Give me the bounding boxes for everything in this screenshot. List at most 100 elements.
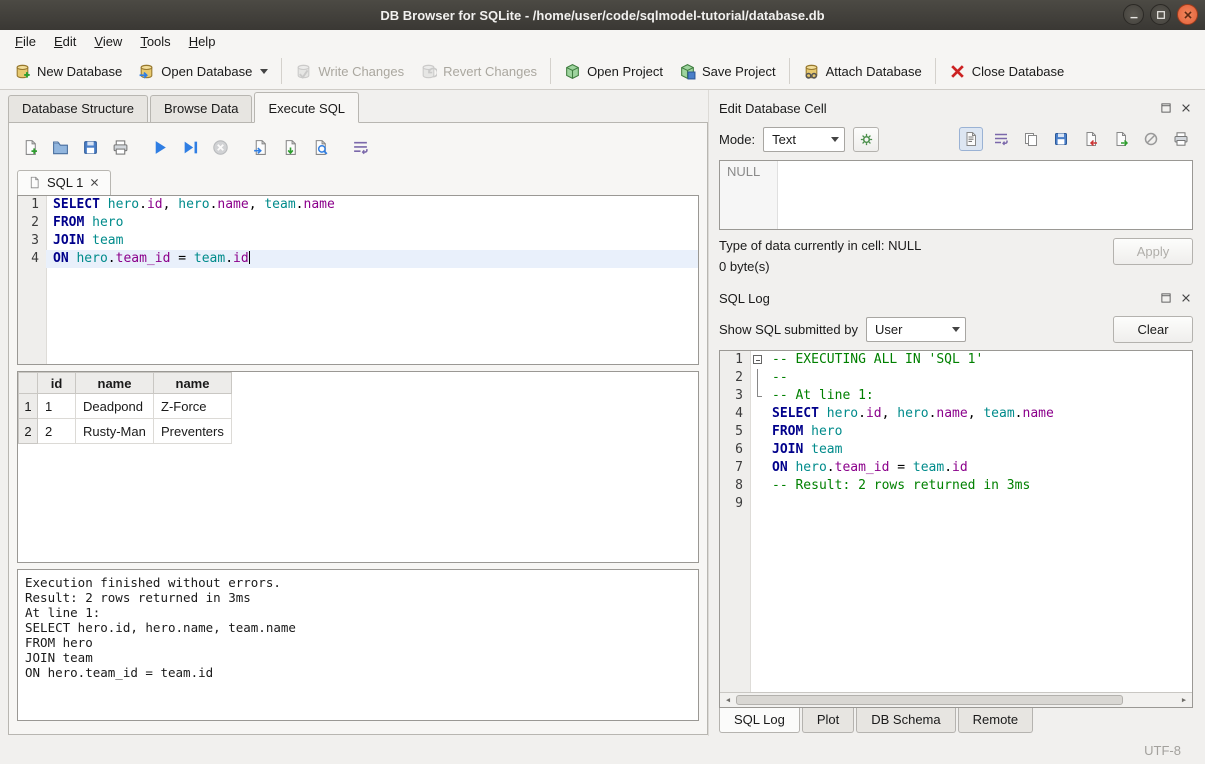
save-project-button[interactable]: Save Project (671, 58, 784, 85)
copy-icon (1023, 131, 1039, 147)
text-caret (249, 251, 251, 264)
scroll-left-icon[interactable]: ◀ (720, 693, 736, 708)
maximize-button[interactable] (1150, 4, 1171, 25)
line-number: 8 (720, 477, 750, 495)
line-number: 3 (720, 387, 750, 405)
text-mode-button[interactable] (959, 127, 983, 151)
scrollbar-thumb[interactable] (736, 695, 1123, 705)
export-button[interactable] (1109, 127, 1133, 151)
write-changes-button[interactable]: Write Changes (287, 58, 412, 85)
table-cell[interactable]: Preventers (154, 419, 232, 444)
export-results-button[interactable] (247, 134, 273, 160)
print-button[interactable] (1169, 127, 1193, 151)
column-header-name[interactable]: name (154, 373, 232, 394)
find-replace-button[interactable] (307, 134, 333, 160)
menu-edit[interactable]: Edit (45, 32, 85, 52)
table-cell[interactable]: Deadpond (76, 394, 154, 419)
log-filter-select[interactable]: User (866, 317, 966, 342)
float-dock-icon[interactable] (1158, 101, 1173, 116)
scroll-right-icon[interactable]: ▶ (1176, 693, 1192, 708)
open-project-button[interactable]: Open Project (556, 58, 671, 85)
save-results-button[interactable] (277, 134, 303, 160)
maximize-icon (1154, 8, 1168, 22)
dock-tab-remote[interactable]: Remote (958, 708, 1034, 733)
word-wrap-button[interactable] (989, 127, 1013, 151)
tab-execute-sql[interactable]: Execute SQL (254, 92, 359, 123)
row-header[interactable]: 2 (19, 419, 38, 444)
menu-file[interactable]: File (6, 32, 45, 52)
close-dock-icon[interactable] (1178, 101, 1193, 116)
cell-value-editor[interactable]: NULL (719, 160, 1193, 230)
print-button[interactable] (107, 134, 133, 160)
table-cell[interactable]: 2 (38, 419, 76, 444)
close-database-button[interactable]: Close Database (941, 58, 1073, 85)
clear-button[interactable]: Clear (1113, 316, 1193, 343)
cell-size-text: 0 byte(s) (719, 259, 921, 274)
main-area: Database StructureBrowse DataExecute SQL… (0, 90, 1205, 736)
attach-database-button[interactable]: Attach Database (795, 58, 930, 85)
menu-view[interactable]: View (85, 32, 131, 52)
column-header-id[interactable]: id (38, 373, 76, 394)
close-button[interactable] (1177, 4, 1198, 25)
new-tab-button[interactable] (17, 134, 43, 160)
menu-help[interactable]: Help (180, 32, 225, 52)
auto-format-button[interactable] (853, 127, 879, 152)
word-wrap-button[interactable] (347, 134, 373, 160)
sql-editor-tab[interactable]: SQL 1 (17, 170, 111, 195)
horizontal-scrollbar[interactable]: ◀ ▶ (720, 692, 1192, 707)
dock-tab-sql-log[interactable]: SQL Log (719, 708, 800, 733)
copy-button[interactable] (1019, 127, 1043, 151)
save-sql-file-button[interactable] (77, 134, 103, 160)
line-number: 9 (720, 495, 750, 513)
open-sql-file-button[interactable] (47, 134, 73, 160)
row-header[interactable]: 1 (19, 394, 38, 419)
chevron-down-icon[interactable] (260, 69, 268, 74)
apply-button[interactable]: Apply (1113, 238, 1193, 265)
table-cell[interactable]: 1 (38, 394, 76, 419)
log-filter-row: Show SQL submitted by User Clear (719, 314, 1193, 344)
stop-icon (212, 139, 229, 156)
execute-all-button[interactable] (147, 134, 173, 160)
word-wrap-icon (993, 131, 1009, 147)
set-null-button[interactable] (1139, 127, 1163, 151)
mode-select[interactable]: Text (763, 127, 845, 152)
table-cell[interactable]: Rusty-Man (76, 419, 154, 444)
revert-changes-button[interactable]: Revert Changes (412, 58, 545, 85)
execute-sql-tab-content: SQL 1 1SELECT hero.id, hero.name, team.n… (8, 122, 708, 735)
grid-corner[interactable] (19, 373, 38, 394)
dock-tab-db-schema[interactable]: DB Schema (856, 708, 955, 733)
open-database-button[interactable]: Open Database (130, 58, 276, 85)
new-database-button[interactable]: New Database (6, 58, 130, 85)
column-header-name[interactable]: name (76, 373, 154, 394)
title-bar[interactable]: DB Browser for SQLite - /home/user/code/… (0, 0, 1205, 30)
float-dock-icon[interactable] (1158, 291, 1173, 306)
close-tab-icon[interactable] (89, 177, 100, 188)
toolbar-separator (550, 58, 551, 84)
sql-tab-label: SQL 1 (47, 175, 83, 190)
minimize-button[interactable] (1123, 4, 1144, 25)
line-number: 5 (720, 423, 750, 441)
table-cell[interactable]: Z-Force (154, 394, 232, 419)
sql-log-title-label: SQL Log (719, 291, 770, 306)
stop-button[interactable] (207, 134, 233, 160)
cell-type-text: Type of data currently in cell: NULL (719, 238, 921, 253)
menu-tools[interactable]: Tools (131, 32, 179, 52)
import-button[interactable] (1079, 127, 1103, 151)
dock-tab-plot[interactable]: Plot (802, 708, 854, 733)
scrollbar-track[interactable] (736, 693, 1176, 707)
execute-all-icon (152, 139, 169, 156)
status-bar: UTF-8 (0, 736, 1205, 764)
sql-editor[interactable]: 1SELECT hero.id, hero.name, team.name2FR… (17, 195, 699, 365)
save-button[interactable] (1049, 127, 1073, 151)
tab-database-structure[interactable]: Database Structure (8, 95, 148, 122)
line-number: 1 (720, 351, 750, 369)
tab-browse-data[interactable]: Browse Data (150, 95, 252, 122)
save-results-icon (282, 139, 299, 156)
write-changes-icon (295, 63, 312, 80)
sql-log-view[interactable]: 1-- EXECUTING ALL IN 'SQL 1'2--3-- At li… (719, 350, 1193, 708)
editor-line: 4ON hero.team_id = team.id (18, 250, 698, 268)
close-dock-icon[interactable] (1178, 291, 1193, 306)
editor-line: 3JOIN team (18, 232, 698, 250)
chevron-down-icon (952, 327, 960, 332)
execute-line-button[interactable] (177, 134, 203, 160)
